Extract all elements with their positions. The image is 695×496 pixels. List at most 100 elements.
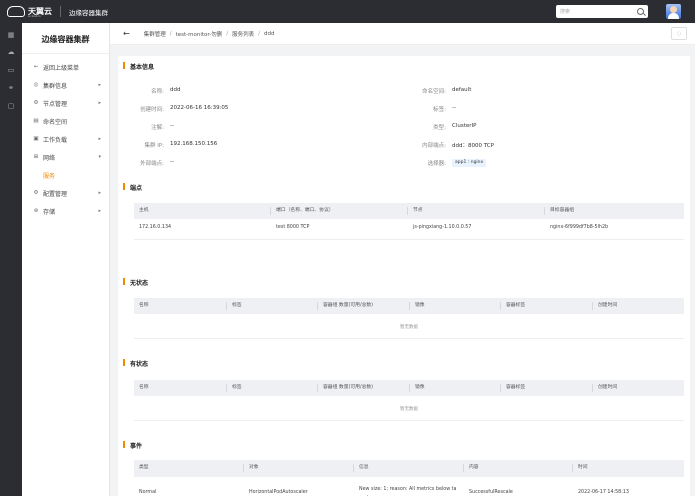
- events-table: 类型 对象 信息 内容 时间 Normal HorizontalPodAutos…: [134, 460, 684, 496]
- layers-icon[interactable]: ▭: [6, 65, 16, 75]
- empty-state: 暂无数据: [400, 325, 418, 330]
- field-label: 命名空间:: [422, 89, 446, 95]
- chevron-right-icon: ▸: [98, 208, 101, 214]
- column-header: 镜像: [415, 385, 425, 390]
- field-name: 名称: ddd: [118, 87, 180, 95]
- field-internal-endpoint: 内部端点: ddd：8000 TCP: [400, 141, 494, 149]
- table-cell: 2022-06-17 14:58:13: [578, 490, 629, 495]
- empty-state: 暂无数据: [400, 407, 418, 412]
- section-title-basic: 基本信息: [123, 62, 154, 71]
- grid-icon[interactable]: ▦: [6, 30, 16, 40]
- field-label: 类型:: [433, 125, 446, 131]
- sidebar-item-storage[interactable]: ⊛ 存储 ▸: [22, 202, 109, 220]
- chevron-down-icon: ▾: [98, 154, 101, 160]
- arrow-left-icon: ←: [33, 64, 39, 70]
- section-title-endpoints: 端点: [123, 183, 142, 192]
- column-header: 名称: [139, 303, 149, 308]
- divider: [134, 420, 684, 421]
- sidebar-title: 边缘容器集群: [41, 35, 90, 44]
- top-bar: 天翼云 e.cloud.cn 边缘容器集群 搜索: [0, 0, 695, 23]
- field-value: ClusterIP: [452, 123, 477, 129]
- column-header: 容器标签: [506, 385, 526, 390]
- column-header: 名称: [139, 385, 149, 390]
- field-labels: 标签: --: [400, 105, 456, 113]
- sidebar-item-nodes[interactable]: ⚙ 节点管理 ▸: [22, 94, 109, 112]
- sidebar-item-workload[interactable]: ▣ 工作负载 ▸: [22, 130, 109, 148]
- field-value: --: [170, 159, 174, 165]
- sidebar-item-label: 工作负载: [43, 136, 68, 144]
- sidebar-item-label: 返回上级菜单: [43, 64, 80, 72]
- breadcrumb-item[interactable]: 集群管理: [144, 30, 166, 38]
- node-icon: ⚙: [33, 100, 39, 106]
- field-namespace: 命名空间: default: [400, 87, 471, 95]
- breadcrumb-item[interactable]: 服务列表: [232, 30, 254, 38]
- avatar[interactable]: [666, 4, 681, 19]
- column-header: 信息: [359, 465, 369, 470]
- field-value: ddd：8000 TCP: [452, 143, 494, 149]
- sidebar-item-label: 网络: [43, 154, 56, 162]
- sidebar: 边缘容器集群 ← 返回上级菜单 ◎ 集群信息 ▸ ⚙ 节点管理 ▸ ▤ 命名空间 ▣ 工作负载…: [22, 23, 110, 496]
- table-cell: Normal: [139, 490, 157, 495]
- column-header: 创建时间: [598, 385, 618, 390]
- search-box[interactable]: 搜索: [556, 5, 648, 18]
- refresh-button[interactable]: ◌: [671, 27, 687, 40]
- refresh-icon: ◌: [676, 30, 682, 37]
- sidebar-item-label: 配置管理: [43, 190, 68, 198]
- back-arrow-icon[interactable]: ←: [123, 29, 130, 38]
- sidebar-item-namespace[interactable]: ▤ 命名空间: [22, 112, 109, 130]
- chevron-right-icon: ▸: [98, 136, 101, 142]
- column-header: 目标容器组: [550, 208, 574, 213]
- sidebar-item-network[interactable]: ⊞ 网络 ▾: [22, 148, 109, 166]
- table-cell: 172.16.0.134: [139, 225, 172, 230]
- search-input[interactable]: 搜索: [560, 8, 637, 15]
- breadcrumb-separator: /: [258, 30, 261, 37]
- table-cell: New size: 1; reason: All metrics below t…: [359, 487, 457, 492]
- network-icon: ⊞: [33, 154, 39, 160]
- sidebar-item-service[interactable]: 服务: [22, 166, 109, 184]
- stateful-table: 名称 标签 容器组 数量(可用/总数) 镜像 容器标签 创建时间 暂无数据: [134, 380, 684, 421]
- config-icon: ⚙: [33, 190, 39, 196]
- field-value: 2022-06-16 16:39:05: [170, 105, 229, 111]
- column-header: 主机: [139, 208, 149, 213]
- field-type: 类型: ClusterIP: [400, 123, 476, 131]
- table-cell: SuccessfulRescale: [469, 490, 513, 495]
- field-label: 集群 IP:: [144, 143, 164, 149]
- icon-rail: ▦ ☁ ▭ ⚭ ▢: [0, 23, 22, 496]
- column-header: 对象: [249, 465, 259, 470]
- cloud-icon[interactable]: ☁: [6, 47, 16, 57]
- divider: [22, 53, 109, 54]
- search-icon[interactable]: [637, 8, 644, 15]
- cluster-icon: ◎: [33, 82, 39, 88]
- table-cell: js-pingxiang-1.10.0.0.57: [413, 225, 472, 230]
- breadcrumb-item[interactable]: test-monitor-勿删: [176, 30, 223, 38]
- column-header: 镜像: [415, 303, 425, 308]
- field-annotations: 注解: --: [118, 123, 174, 131]
- field-label: 注解:: [151, 125, 164, 131]
- sidebar-item-label: 命名空间: [43, 118, 68, 126]
- column-header: 容器组 数量(可用/总数): [323, 385, 374, 390]
- breadcrumb-current: ddd: [264, 30, 275, 37]
- table-cell: HorizontalPodAutoscaler: [249, 490, 308, 495]
- workload-icon: ▣: [33, 136, 39, 142]
- column-header: 容器组 数量(可用/总数): [323, 303, 374, 308]
- link-icon[interactable]: ⚭: [6, 83, 16, 93]
- column-header: 创建时间: [598, 303, 618, 308]
- column-header: 标签: [232, 303, 242, 308]
- sidebar-item-config[interactable]: ⚙ 配置管理 ▸: [22, 184, 109, 202]
- field-value: 192.168.150.156: [170, 141, 218, 147]
- breadcrumb-separator: /: [226, 30, 229, 37]
- namespace-icon: ▤: [33, 118, 39, 124]
- field-selector: 选择器: app1 : nginx: [400, 159, 487, 167]
- detail-panel: 基本信息 名称: ddd 创建时间: 2022-06-16 16:39:05 注解:…: [118, 56, 690, 496]
- box-icon[interactable]: ▢: [6, 101, 16, 111]
- table-header: [134, 460, 684, 477]
- divider: [134, 239, 684, 240]
- column-header: 类型: [139, 465, 149, 470]
- table-cell: nginx-6f999df7b8-5lh2b: [550, 225, 609, 230]
- sidebar-item-cluster-info[interactable]: ◎ 集群信息 ▸: [22, 76, 109, 94]
- product-name: 边缘容器集群: [69, 8, 108, 17]
- breadcrumb-separator: /: [169, 30, 172, 37]
- sidebar-item-label: 节点管理: [43, 100, 68, 108]
- sidebar-item-back[interactable]: ← 返回上级菜单: [22, 58, 109, 76]
- section-title-events: 事件: [123, 441, 142, 450]
